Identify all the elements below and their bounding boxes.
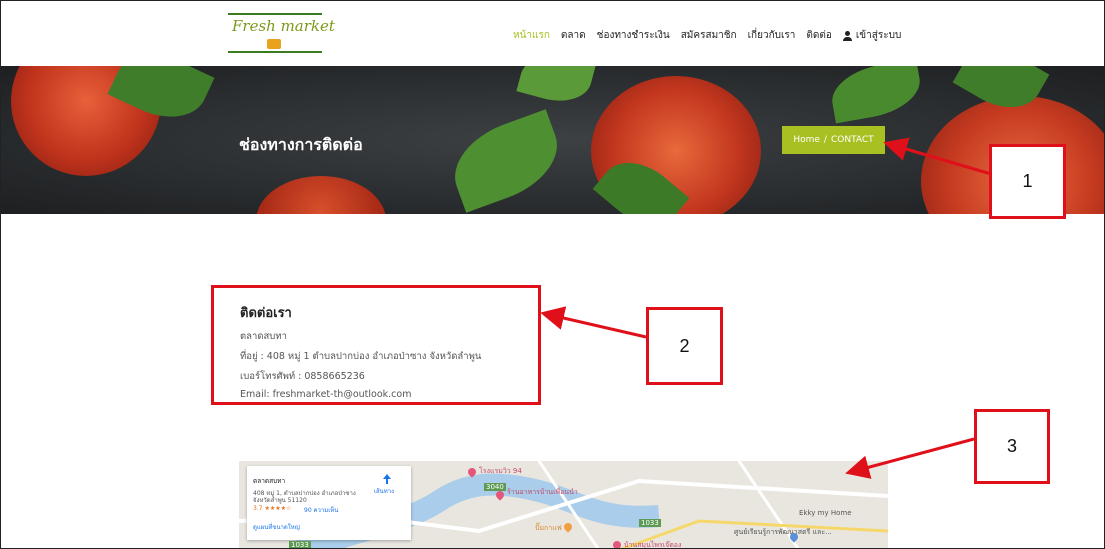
annotation-callout-2: 2: [646, 307, 723, 385]
page-frame: Fresh market หน้าแรก ตลาด ช่องทางชำระเงิ…: [0, 0, 1105, 549]
annotation-arrows: [540, 137, 992, 479]
annotation-callout-1: 1: [989, 144, 1066, 219]
annotation-callout-3: 3: [974, 409, 1050, 484]
